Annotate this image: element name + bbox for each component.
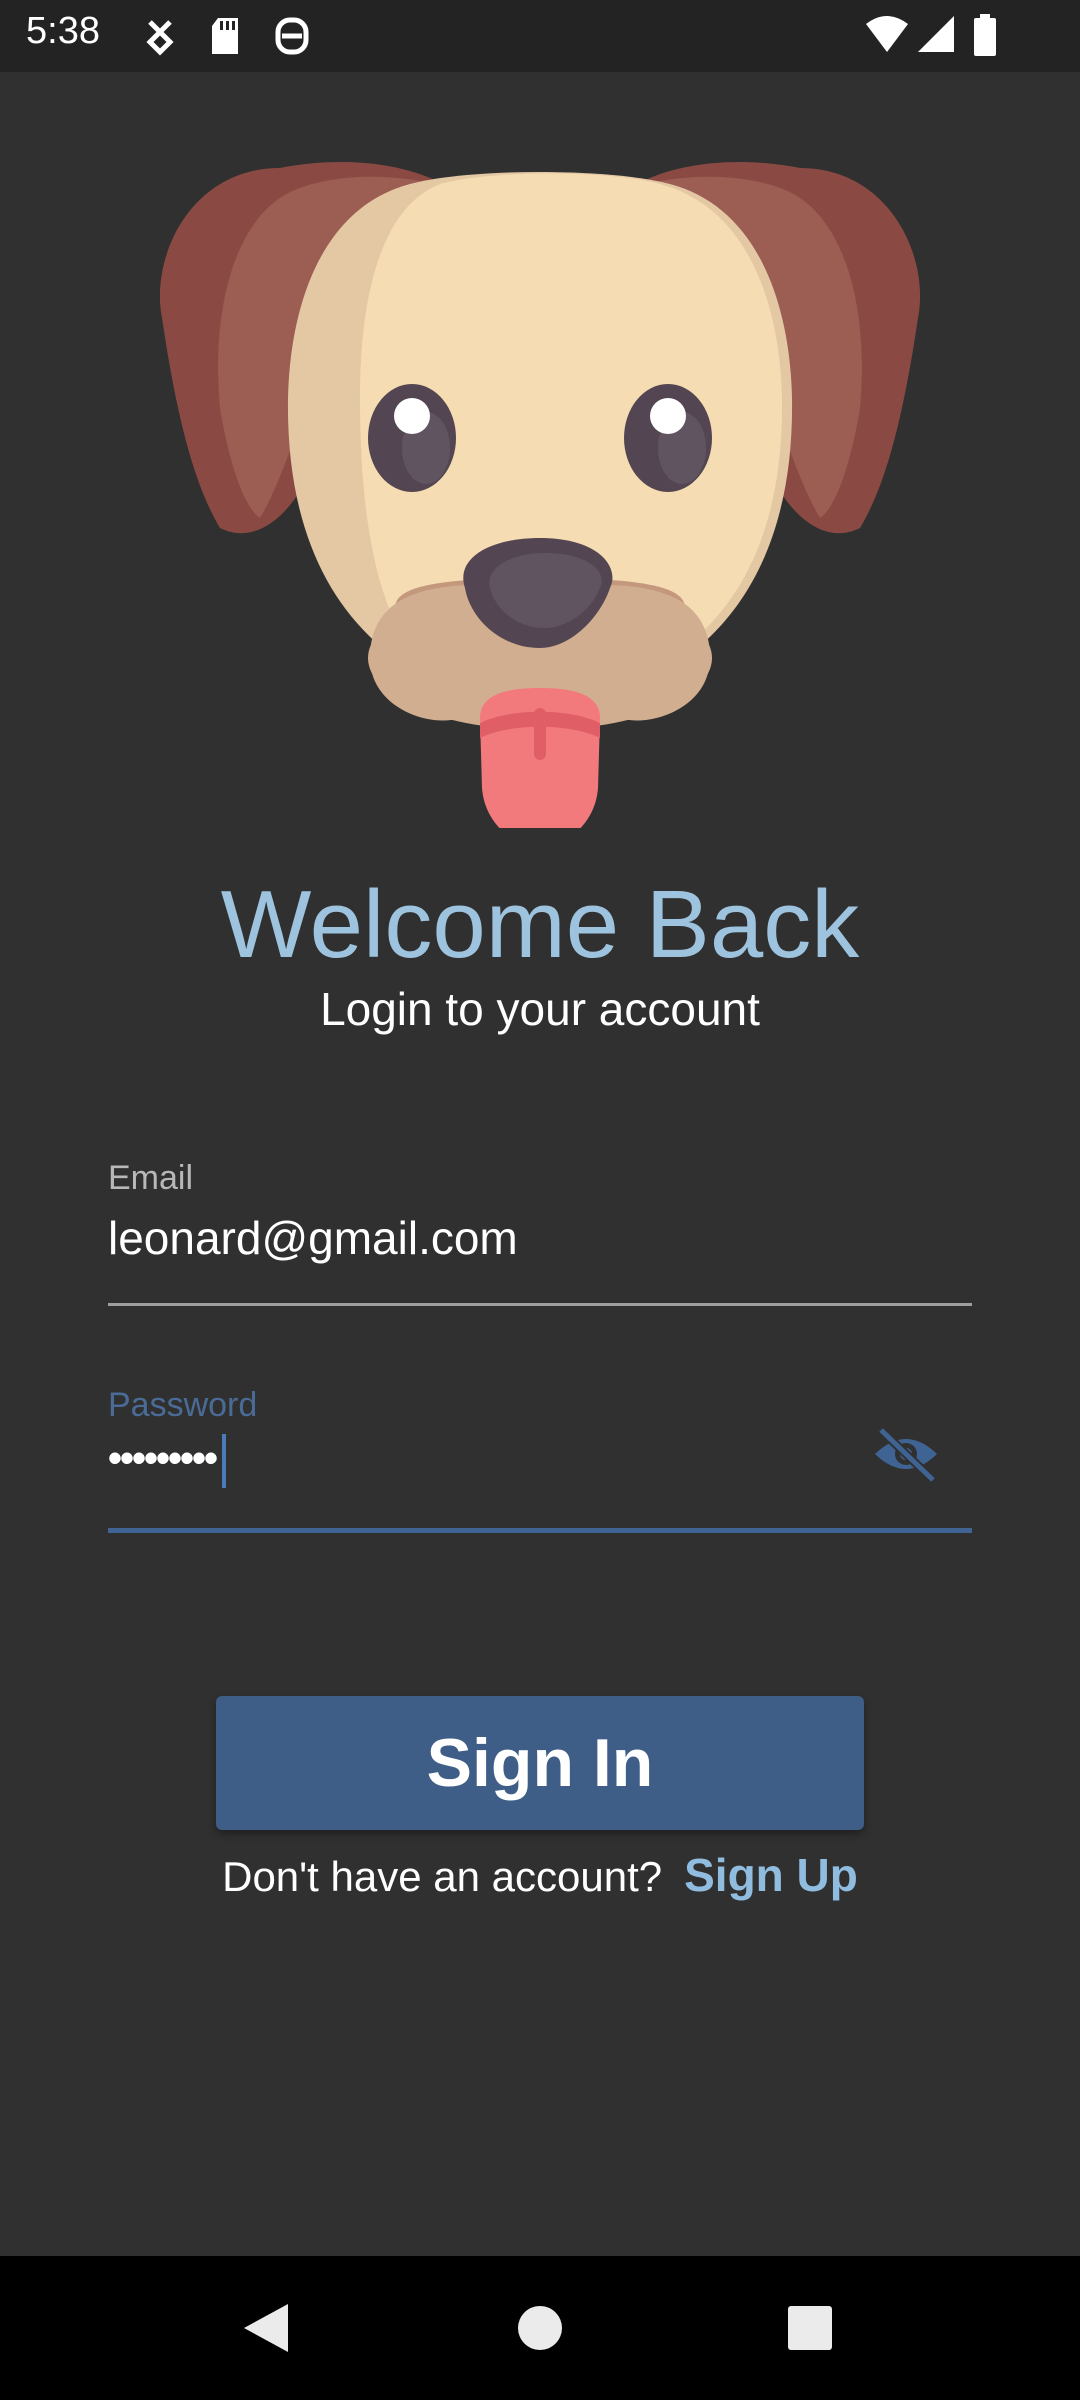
page-subtitle: Login to your account [320,983,760,1035]
sign-in-button[interactable]: Sign In [216,1696,864,1830]
email-label: Email [108,1159,194,1197]
cell-signal-icon [916,14,956,59]
password-mask: ••••••••• [108,1436,218,1481]
navigation-bar [0,2256,1080,2400]
recents-icon[interactable] [778,2296,842,2360]
email-input[interactable]: leonard@gmail.com [108,1211,518,1265]
usb-debug-icon [142,16,178,61]
visibility-off-icon[interactable] [864,1412,948,1496]
email-field[interactable]: Email leonard@gmail.com [108,1155,972,1306]
status-bar: 5:38 [0,0,1080,72]
sd-card-icon [208,16,242,61]
data-saver-icon [272,16,312,61]
login-screen: 5:38 Welcome Back Login to your account … [0,0,1080,2400]
text-caret [222,1434,227,1488]
back-icon[interactable] [236,2296,300,2360]
password-underline [108,1528,972,1533]
email-underline [108,1303,972,1306]
password-input[interactable]: ••••••••• [108,1434,227,1488]
wifi-icon [864,14,910,59]
status-time: 5:38 [26,10,100,52]
page-title: Welcome Back [220,871,860,978]
signup-row: Don't have an account? Sign Up [0,1848,1080,1902]
sign-up-link[interactable]: Sign Up [684,1849,858,1901]
home-icon[interactable] [508,2296,572,2360]
password-label: Password [108,1386,258,1424]
password-field[interactable]: Password ••••••••• [108,1382,972,1534]
dog-face-icon [150,148,930,848]
signup-prompt: Don't have an account? [222,1853,663,1900]
battery-icon [972,14,998,61]
